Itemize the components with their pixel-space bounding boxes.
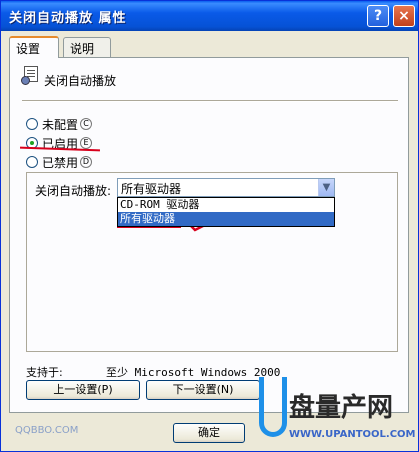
options-group: 关闭自动播放: 所有驱动器 ▼ CD-ROM 驱动器 所有驱动器 <box>26 172 398 352</box>
watermark-logo: 盘量产网 WWW.UPANTOOL.COM <box>259 377 419 452</box>
dropdown-item-cdrom[interactable]: CD-ROM 驱动器 <box>118 198 334 212</box>
drive-select[interactable]: 所有驱动器 ▼ <box>117 178 335 197</box>
help-button[interactable]: ? <box>367 5 389 27</box>
options-label: 关闭自动播放: <box>35 184 112 198</box>
properties-dialog: 关闭自动播放 属性 ? × 设置 说明 关闭自动播放 未配置 C 已启用 E 已… <box>0 0 419 452</box>
title-bar[interactable]: 关闭自动播放 属性 ? × <box>1 1 418 31</box>
radio-button[interactable] <box>26 118 38 130</box>
radio-label: 已禁用 <box>42 155 79 170</box>
radio-disabled[interactable]: 已禁用 D <box>26 154 93 170</box>
tab-explain[interactable]: 说明 <box>63 37 111 57</box>
support-label: 支持于: <box>26 366 63 379</box>
accelerator-key: E <box>80 137 93 149</box>
tab-settings[interactable]: 设置 <box>9 36 59 58</box>
window-title: 关闭自动播放 属性 <box>9 11 127 26</box>
dropdown-item-all-drives[interactable]: 所有驱动器 <box>118 212 334 226</box>
radio-button[interactable] <box>26 156 38 168</box>
divider <box>22 100 398 102</box>
settings-panel: 关闭自动播放 未配置 C 已启用 E 已禁用 D 关闭自动播放: 所有驱动器 ▼… <box>9 57 409 413</box>
chevron-down-icon[interactable]: ▼ <box>318 179 334 196</box>
close-button[interactable]: × <box>393 5 415 27</box>
watermark-text: QQBBO.COM <box>15 425 79 436</box>
logo-title: 盘量产网 <box>289 393 394 423</box>
logo-url: WWW.UPANTOOL.COM <box>289 429 416 440</box>
policy-name: 关闭自动播放 <box>44 74 117 88</box>
radio-not-configured[interactable]: 未配置 C <box>26 116 93 132</box>
next-setting-button[interactable]: 下一设置(N) <box>146 380 260 400</box>
gear-icon <box>21 76 30 85</box>
radio-label: 未配置 <box>42 117 79 132</box>
accelerator-key: C <box>80 118 93 130</box>
accelerator-key: D <box>80 156 93 168</box>
ok-button[interactable]: 确定 <box>173 423 245 443</box>
logo-u-shape <box>259 377 287 437</box>
drive-dropdown-list: CD-ROM 驱动器 所有驱动器 <box>117 197 335 227</box>
select-value: 所有驱动器 <box>121 182 182 196</box>
previous-setting-button[interactable]: 上一设置(P) <box>26 380 140 400</box>
support-value: 至少 Microsoft Windows 2000 <box>106 366 281 379</box>
